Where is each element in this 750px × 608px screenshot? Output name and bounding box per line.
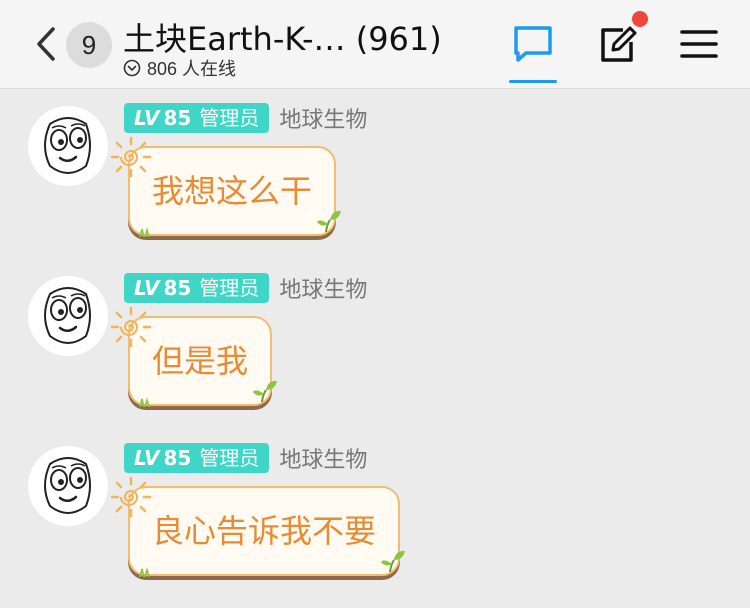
grass-icon xyxy=(138,564,154,578)
group-title: 土块Earth-K-… (961) xyxy=(123,20,442,58)
chat-tab-icon[interactable] xyxy=(511,24,555,64)
role-label: 管理员 xyxy=(199,446,260,470)
avatar[interactable] xyxy=(28,276,108,356)
message-text: 我想这么干 xyxy=(152,172,313,210)
sender-name[interactable]: 地球生物 xyxy=(279,102,367,134)
menu-icon[interactable] xyxy=(678,24,722,64)
avatar[interactable] xyxy=(28,446,108,526)
avatar[interactable] xyxy=(28,106,108,186)
message-text: 但是我 xyxy=(152,342,249,380)
chat-header: 9 土块Earth-K-… (961) 806 人在线 xyxy=(0,0,750,89)
level-number: 85 xyxy=(163,276,192,300)
sender-name[interactable]: 地球生物 xyxy=(279,442,367,474)
message-meta: LV 85 管理员 地球生物 xyxy=(124,272,367,304)
message-bubble[interactable]: 良心告诉我不要 xyxy=(128,486,400,576)
active-tab-indicator xyxy=(509,80,557,83)
sun-icon xyxy=(110,136,152,178)
role-badge: LV 85 管理员 xyxy=(124,273,270,303)
level-number: 85 xyxy=(163,446,192,470)
message-item: LV 85 管理员 地球生物 但是我 xyxy=(0,268,750,438)
role-badge: LV 85 管理员 xyxy=(124,443,270,473)
edit-icon[interactable] xyxy=(597,24,641,64)
unread-count-badge[interactable]: 9 xyxy=(66,22,112,68)
message-bubble[interactable]: 我想这么干 xyxy=(128,146,336,236)
level-prefix: LV xyxy=(134,106,160,130)
level-number: 85 xyxy=(163,106,192,130)
role-label: 管理员 xyxy=(199,276,260,300)
chevron-down-circle-icon xyxy=(123,59,141,77)
role-badge: LV 85 管理员 xyxy=(124,103,270,133)
message-meta: LV 85 管理员 地球生物 xyxy=(124,442,367,474)
message-meta: LV 85 管理员 地球生物 xyxy=(124,102,367,134)
sender-name[interactable]: 地球生物 xyxy=(279,272,367,304)
online-text: 806 人在线 xyxy=(147,59,237,79)
message-item: LV 85 管理员 地球生物 良心告诉我不要 xyxy=(0,438,750,608)
sprout-icon xyxy=(252,378,278,404)
role-label: 管理员 xyxy=(199,106,260,130)
sun-icon xyxy=(110,306,152,348)
grass-icon xyxy=(138,394,154,408)
sun-icon xyxy=(110,476,152,518)
message-text: 良心告诉我不要 xyxy=(152,512,377,550)
level-prefix: LV xyxy=(134,276,160,300)
sprout-icon xyxy=(316,208,342,234)
message-item: LV 85 管理员 地球生物 我想这么干 xyxy=(0,98,750,268)
notification-dot xyxy=(632,11,648,27)
sprout-icon xyxy=(380,548,406,574)
level-prefix: LV xyxy=(134,446,160,470)
chevron-left-icon[interactable] xyxy=(34,26,58,62)
online-count[interactable]: 806 人在线 xyxy=(123,55,236,81)
grass-icon xyxy=(138,224,154,238)
